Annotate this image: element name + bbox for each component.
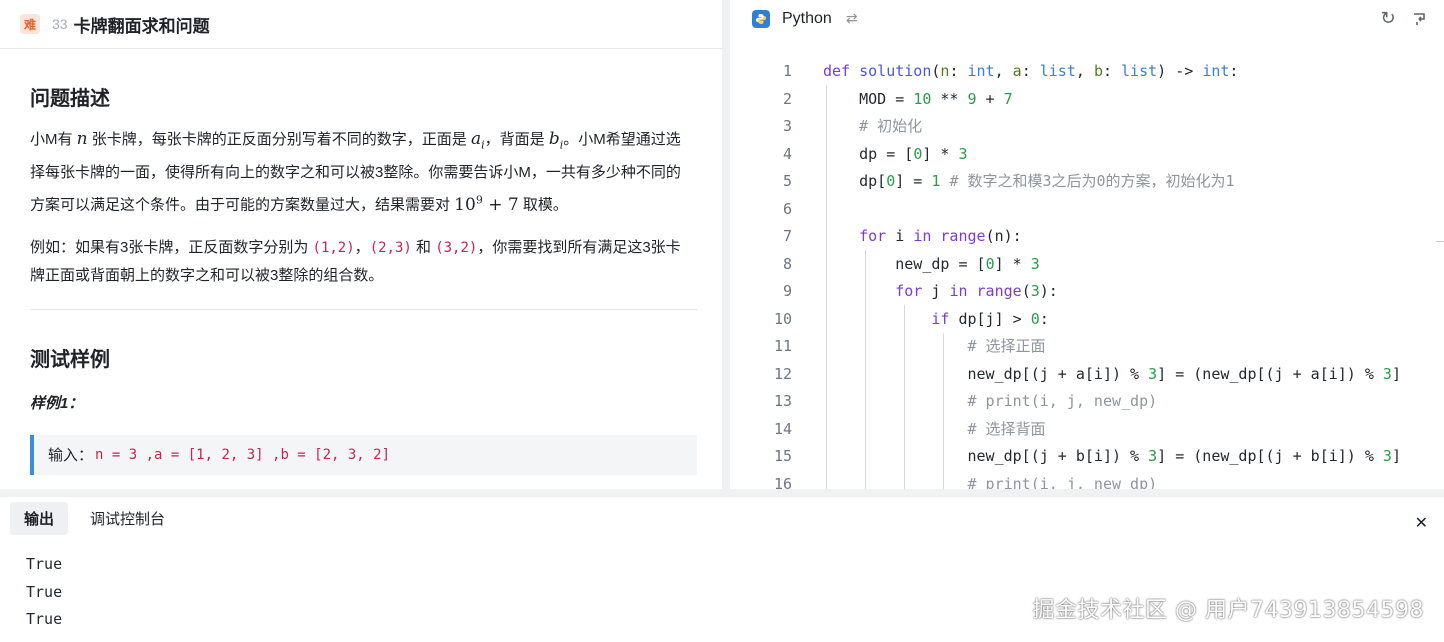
- code-line: 7 for i in range(n):: [782, 227, 1022, 245]
- code-line: 3 # 初始化: [782, 117, 923, 135]
- math-ai: ai: [470, 129, 485, 152]
- output-panel: 输出 调试控制台 ✕ True True True 掘金技术社区 @ 用户743…: [0, 497, 1444, 642]
- tab-debug-console[interactable]: 调试控制台: [76, 502, 179, 535]
- output-tabs: 输出 调试控制台: [0, 497, 1444, 539]
- code-editor[interactable]: 1 def solution(n: int, a: list, b: list) …: [730, 58, 1444, 489]
- swap-icon[interactable]: ⇄: [846, 10, 858, 27]
- example-label: 样例1：: [30, 394, 84, 412]
- editor-panel: Python ⇄ ↻ 1 def solution(n: int, a: list…: [730, 0, 1444, 489]
- code-line: 16 # print(i, j, new_dp): [773, 474, 1158, 490]
- code-line: 2 MOD = 10 ** 9 + 7: [782, 89, 1013, 108]
- problem-title: 卡牌翻面求和问题: [73, 16, 210, 36]
- math-bi: bi: [548, 129, 564, 152]
- test-heading: 测试样例: [30, 348, 110, 371]
- tab-output[interactable]: 输出: [10, 501, 69, 535]
- code-line: 15 new_dp[(j + b[i]) % 3] = (new_dp[(j +…: [773, 447, 1401, 465]
- pair-2: (2,3): [369, 239, 412, 256]
- refresh-icon[interactable]: ↻: [1378, 8, 1398, 28]
- reset-icon[interactable]: [1410, 8, 1430, 28]
- watermark: 掘金技术社区 @ 用户743913854598: [1032, 598, 1424, 623]
- code-line: 9 for j in range(3):: [782, 282, 1058, 300]
- python-icon: [752, 9, 770, 28]
- language-select[interactable]: Python: [782, 10, 832, 28]
- code-line: 1 def solution(n: int, a: list, b: list) …: [782, 62, 1239, 80]
- example-input-box: 输入： n = 3 ,a = [1, 2, 3] ,b = [2, 3, 2]: [30, 434, 697, 475]
- code-line: 4 dp = [0] * 3: [782, 144, 968, 163]
- code-line: 5 dp[0] = 1 # 数字之和模3之后为0的方案，初始化为1: [782, 172, 1235, 190]
- description-paragraph: 小M有 n 张卡牌，每张卡牌的正反面分别写着不同的数字，正面是 ai，背面是 b…: [30, 129, 681, 216]
- math-mod: 109 + 7: [454, 193, 519, 216]
- problem-header: 难 33 卡牌翻面求和问题: [0, 0, 722, 49]
- problem-number: 33: [52, 16, 68, 32]
- close-icon[interactable]: ✕: [1415, 513, 1428, 533]
- example-input-label: 输入：: [48, 447, 94, 465]
- difficulty-badge: 难: [20, 14, 40, 34]
- section-divider: [30, 308, 697, 310]
- scrollbar-marker[interactable]: [1436, 241, 1444, 242]
- code-line: 12 new_dp[(j + a[i]) % 3] = (new_dp[(j +…: [773, 364, 1401, 383]
- output-line: True: [26, 555, 63, 573]
- code-line: 10 if dp[j] > 0:: [773, 309, 1049, 328]
- code-line: 8 new_dp = [0] * 3: [782, 254, 1040, 273]
- math-n: n: [76, 129, 88, 149]
- example-paragraph: 例如：如果有3张卡牌，正反面数字分别为 (1,2)，(2,3) 和 (3,2)，…: [30, 238, 681, 285]
- code-line: 6: [782, 199, 792, 218]
- problem-panel: 难 33 卡牌翻面求和问题 问题描述 小M有 n 张卡牌，每张卡牌的正反面分别写…: [0, 0, 722, 489]
- pair-1: (1,2): [312, 239, 355, 256]
- example-input-value: n = 3 ,a = [1, 2, 3] ,b = [2, 3, 2]: [95, 446, 391, 463]
- code-line: 14 # 选择背面: [773, 419, 1046, 438]
- code-line: 11 # 选择正面: [773, 337, 1046, 355]
- description-heading: 问题描述: [30, 88, 110, 110]
- editor-header: Python ⇄ ↻: [730, 0, 1444, 37]
- code-line: 13 # print(i, j, new_dp): [773, 392, 1158, 410]
- pair-3: (3,2): [435, 239, 478, 256]
